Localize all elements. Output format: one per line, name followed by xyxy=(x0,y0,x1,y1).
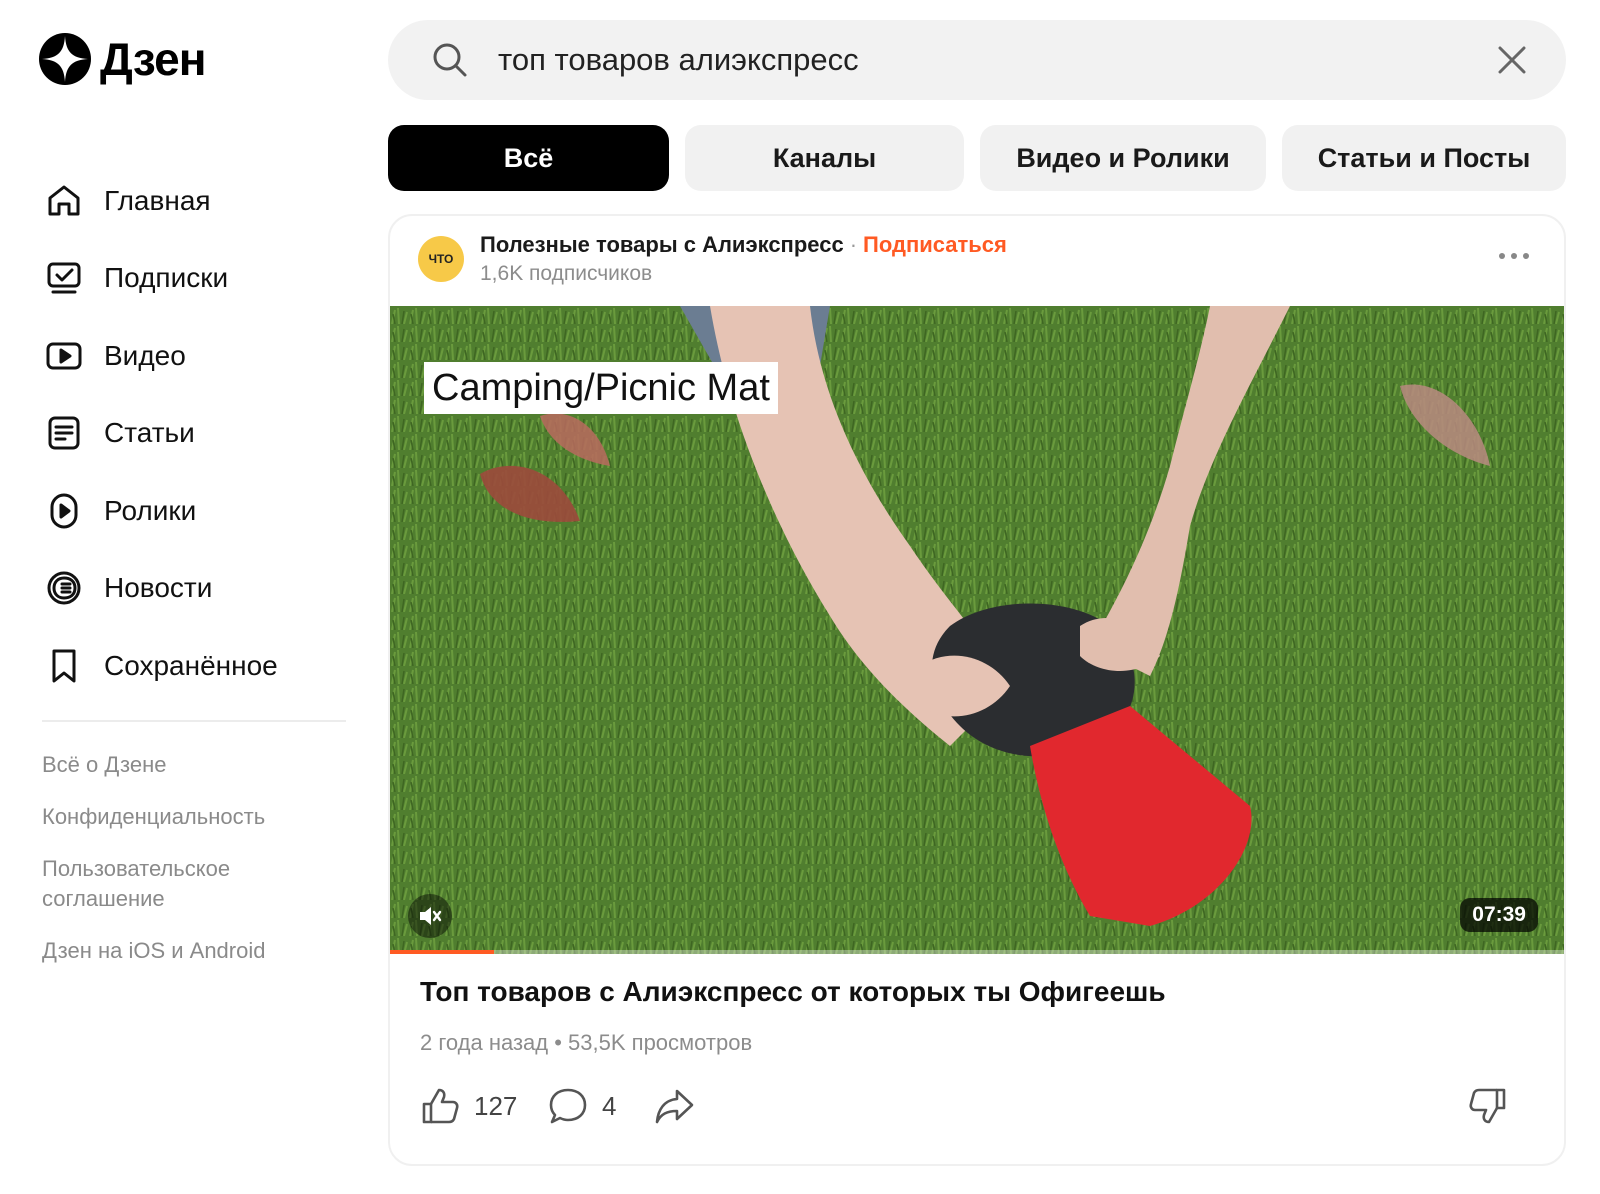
search-result-card: ЧТО Полезные товары с Алиэкспресс · Подпис… xyxy=(388,214,1566,1166)
mute-button[interactable] xyxy=(408,894,452,938)
separator: · xyxy=(849,232,858,257)
sidebar-item-label: Ролики xyxy=(104,494,197,526)
sidebar-item-label: Новости xyxy=(104,572,213,604)
card-header: ЧТО Полезные товары с Алиэкспресс · Подпис… xyxy=(390,216,1564,306)
sidebar-item-video[interactable]: Видео xyxy=(44,317,344,395)
comment-count: 4 xyxy=(602,1090,617,1121)
search-icon[interactable] xyxy=(430,40,470,80)
articles-icon xyxy=(44,413,84,453)
like-count: 127 xyxy=(474,1090,518,1121)
tab-all[interactable]: Всё xyxy=(388,125,669,191)
close-icon[interactable] xyxy=(1494,42,1530,78)
video-duration-badge: 07:39 xyxy=(1460,898,1538,932)
footer-link-apps[interactable]: Дзен на iOS и Android xyxy=(42,936,342,966)
avatar-text: ЧТО xyxy=(428,252,454,266)
sidebar-item-label: Сохранённое xyxy=(104,649,278,681)
tab-videos[interactable]: Видео и Ролики xyxy=(980,125,1266,191)
footer-links: Всё о Дзене Конфиденциальность Пользоват… xyxy=(42,750,342,988)
sidebar-nav: Главная Подписки Видео Статьи Ролики Нов… xyxy=(44,162,344,705)
video-progress-fill xyxy=(390,950,494,954)
video-caption-overlay: Camping/Picnic Mat xyxy=(424,362,778,414)
sidebar-item-label: Подписки xyxy=(104,262,229,294)
dzen-logo-icon xyxy=(39,33,91,85)
sidebar-item-news[interactable]: Новости xyxy=(44,550,344,628)
sidebar-divider xyxy=(42,720,346,722)
sidebar-item-label: Видео xyxy=(104,339,186,371)
video-progress-bar[interactable] xyxy=(390,950,1564,954)
search-filter-tabs: Всё Каналы Видео и Ролики Статьи и Посты xyxy=(388,125,1566,191)
dzen-logo[interactable]: Дзен xyxy=(38,32,207,86)
mute-icon xyxy=(420,907,442,925)
sidebar-item-articles[interactable]: Статьи xyxy=(44,395,344,473)
search-input[interactable] xyxy=(498,34,1438,86)
subscriber-count: 1,6K подписчиков xyxy=(480,262,653,285)
search-bar xyxy=(388,20,1566,100)
subscriptions-icon xyxy=(44,258,84,298)
video-icon xyxy=(44,336,84,376)
tab-channels[interactable]: Каналы xyxy=(685,125,965,191)
channel-name[interactable]: Полезные товары с Алиэкспресс xyxy=(480,232,844,257)
share-button[interactable] xyxy=(652,1078,696,1134)
sidebar-item-home[interactable]: Главная xyxy=(44,162,344,240)
bookmark-icon xyxy=(44,646,84,686)
video-meta: 2 года назад • 53,5K просмотров xyxy=(420,1030,753,1055)
footer-link-terms[interactable]: Пользовательское соглашение xyxy=(42,854,282,914)
channel-avatar[interactable]: ЧТО xyxy=(418,236,464,282)
sidebar-item-saved[interactable]: Сохранённое xyxy=(44,627,344,705)
channel-line: Полезные товары с Алиэкспресс · Подписатьс… xyxy=(480,232,1007,258)
footer-link-about[interactable]: Всё о Дзене xyxy=(42,750,342,780)
thumbs-up-icon xyxy=(422,1088,459,1124)
news-icon xyxy=(44,568,84,608)
thumbs-down-icon xyxy=(1469,1088,1506,1124)
subscribe-button[interactable]: Подписаться xyxy=(863,232,1007,257)
share-icon xyxy=(655,1089,694,1124)
video-title[interactable]: Топ товаров с Алиэкспресс от которых ты … xyxy=(420,976,1166,1008)
comment-icon xyxy=(549,1088,587,1124)
sidebar-item-shorts[interactable]: Ролики xyxy=(44,472,344,550)
comment-button[interactable]: 4 xyxy=(546,1078,616,1134)
home-icon xyxy=(44,181,84,221)
sidebar-item-label: Статьи xyxy=(104,417,195,449)
shorts-icon xyxy=(44,491,84,531)
like-button[interactable]: 127 xyxy=(418,1078,517,1134)
more-options-icon[interactable] xyxy=(1494,244,1534,268)
sidebar-item-subscriptions[interactable]: Подписки xyxy=(44,240,344,318)
tab-articles[interactable]: Статьи и Посты xyxy=(1282,125,1566,191)
logo-text: Дзен xyxy=(100,33,207,85)
card-actions: 127 4 xyxy=(418,1078,1538,1134)
video-player[interactable]: Camping/Picnic Mat 07:39 xyxy=(390,306,1564,954)
sidebar-item-label: Главная xyxy=(104,184,211,216)
dislike-button[interactable] xyxy=(1466,1078,1510,1134)
footer-link-privacy[interactable]: Конфиденциальность xyxy=(42,802,342,832)
